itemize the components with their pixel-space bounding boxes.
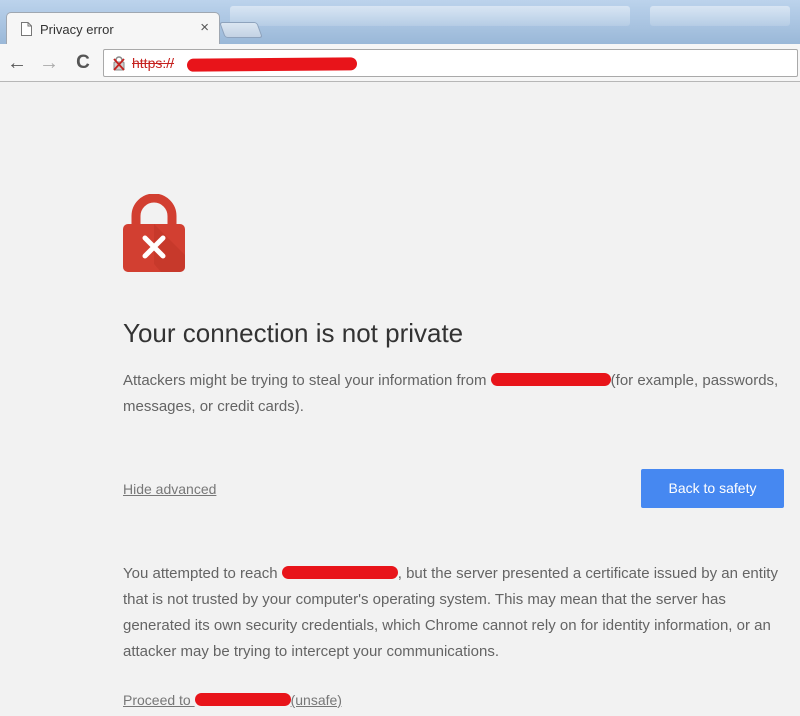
url-scheme: https://: [132, 55, 175, 71]
titlebar-glass: [230, 6, 630, 26]
address-bar[interactable]: https://: [103, 49, 798, 77]
redaction-mark: [281, 566, 398, 579]
back-to-safety-button[interactable]: Back to safety: [641, 469, 784, 508]
proceed-line: Proceed to (unsafe): [123, 692, 342, 708]
window-titlebar: Privacy error ×: [0, 0, 800, 46]
details-text: You attempted to reach , but the server …: [123, 561, 783, 665]
tab-title: Privacy error: [40, 22, 114, 37]
close-icon[interactable]: ×: [200, 20, 209, 36]
proceed-link-start: Proceed to: [123, 692, 195, 708]
details-text-start: You attempted to reach: [123, 565, 282, 582]
reload-icon[interactable]: C: [72, 52, 94, 74]
proceed-link-end: (unsafe): [290, 692, 342, 708]
back-arrow-icon[interactable]: ←: [6, 52, 28, 74]
proceed-link[interactable]: Proceed to (unsafe): [123, 692, 342, 708]
red-padlock-x-icon: [123, 194, 185, 272]
page-title: Your connection is not private: [123, 318, 464, 348]
explanation-text-start: Attackers might be trying to steal your …: [123, 372, 491, 389]
hide-advanced-link[interactable]: Hide advanced: [123, 481, 216, 497]
page-icon: [21, 22, 32, 36]
redaction-mark: [490, 373, 611, 386]
browser-toolbar: ← → C https://: [0, 44, 800, 82]
explanation-text: Attackers might be trying to steal your …: [123, 368, 783, 420]
tab-privacy-error[interactable]: Privacy error ×: [6, 12, 220, 46]
titlebar-glass: [650, 6, 790, 26]
redaction-mark: [186, 57, 358, 72]
broken-lock-icon[interactable]: [111, 55, 127, 71]
new-tab-button[interactable]: [219, 22, 263, 38]
redaction-mark: [194, 693, 291, 706]
forward-arrow-icon[interactable]: →: [38, 52, 60, 74]
